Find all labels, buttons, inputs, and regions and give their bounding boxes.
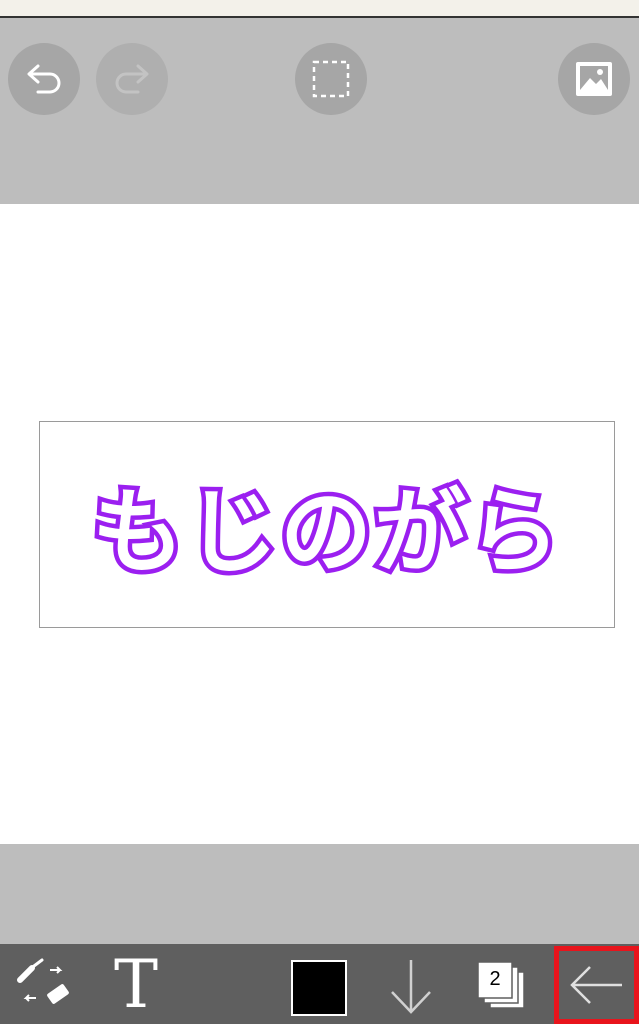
text-object-frame[interactable]: もじのがら	[39, 421, 615, 628]
image-button[interactable]	[558, 43, 630, 115]
bottom-toolbar: T 2	[0, 944, 639, 1024]
brush-eraser-icon	[17, 958, 69, 1004]
brush-eraser-toggle[interactable]	[14, 958, 74, 1012]
highlight-box	[554, 946, 639, 1024]
status-strip	[0, 0, 639, 18]
bottom-gray-band	[0, 844, 639, 944]
canvas-text: もじのがら	[87, 475, 564, 591]
select-button[interactable]	[295, 43, 367, 115]
top-toolbar	[0, 18, 639, 204]
redo-icon	[115, 64, 149, 94]
drawing-canvas[interactable]: もじのがら	[0, 204, 639, 844]
selection-icon	[312, 60, 350, 98]
layer-count: 2	[489, 968, 501, 990]
color-swatch-button[interactable]	[291, 960, 347, 1016]
redo-button[interactable]	[96, 43, 168, 115]
down-arrow-icon	[391, 960, 431, 1014]
text-tool-button[interactable]: T	[104, 950, 168, 1020]
undo-icon	[27, 64, 61, 94]
image-icon	[576, 62, 612, 96]
layers-button[interactable]: 2	[474, 958, 532, 1014]
download-button[interactable]	[386, 954, 436, 1018]
undo-button[interactable]	[8, 43, 80, 115]
